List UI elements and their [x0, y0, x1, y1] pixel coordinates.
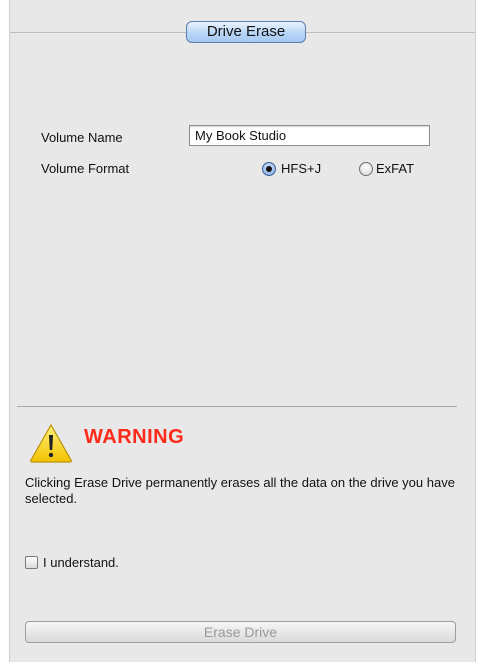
format-radio-hfsj[interactable] [262, 162, 276, 176]
understand-checkbox[interactable] [25, 556, 38, 569]
format-option-hfsj-label[interactable]: HFS+J [281, 161, 321, 176]
section-divider [17, 406, 457, 407]
volume-name-label: Volume Name [41, 130, 123, 145]
tab-drive-erase[interactable]: Drive Erase [186, 21, 306, 43]
format-radio-exfat[interactable] [359, 162, 373, 176]
warning-title: WARNING [84, 426, 185, 448]
format-option-exfat-label[interactable]: ExFAT [376, 161, 414, 176]
warning-triangle-icon [30, 423, 72, 463]
volume-format-label: Volume Format [41, 161, 130, 176]
warning-message: Clicking Erase Drive permanently erases … [25, 475, 455, 506]
understand-checkbox-label[interactable]: I understand. [43, 555, 119, 570]
volume-name-input[interactable] [189, 125, 430, 146]
erase-drive-button[interactable]: Erase Drive [25, 621, 456, 643]
drive-erase-panel: Drive Erase Volume Name Volume Format HF… [9, 0, 476, 662]
